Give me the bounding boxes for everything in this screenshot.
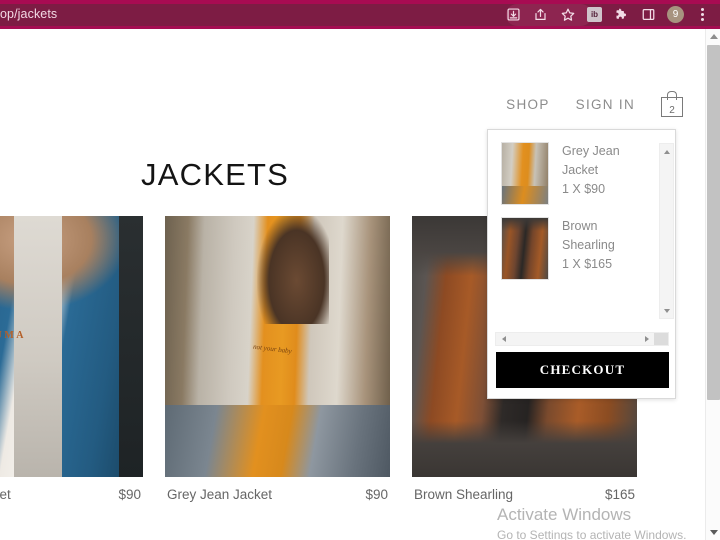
extension-badge-label: ib — [587, 7, 602, 22]
product-name: Brown Shearling — [414, 487, 514, 502]
checkout-button[interactable]: CHECKOUT — [496, 352, 669, 388]
site-header-nav: SHOP SIGN IN 2 — [506, 91, 683, 117]
scroll-up-arrow-icon[interactable] — [660, 145, 673, 158]
tshirt-graphic-text: PUMA — [0, 330, 26, 341]
scroll-left-arrow-icon[interactable] — [497, 333, 510, 345]
page-scroll-down-arrow-icon[interactable] — [706, 525, 720, 540]
cart-dropdown-panel: Grey Jean Jacket 1 X $90 Brown Shearling… — [487, 129, 676, 399]
cart-item-info: Brown Shearling 1 X $165 — [562, 217, 615, 280]
cart-item-name-line1: Brown — [562, 219, 598, 233]
product-price: $165 — [604, 487, 635, 502]
watermark-subtitle: Go to Settings to activate Windows. — [497, 528, 687, 540]
cart-item[interactable]: Brown Shearling 1 X $165 — [501, 217, 651, 280]
browser-toolbar: op/jackets ib 9 — [0, 0, 720, 29]
profile-avatar-initial: 9 — [667, 6, 684, 23]
product-name: Grey Jean Jacket — [167, 487, 273, 502]
windows-activation-watermark: Activate Windows Go to Settings to activ… — [497, 505, 686, 540]
scroll-right-arrow-icon[interactable] — [640, 333, 653, 345]
product-card[interactable]: PUMA ue Jean Jacket $90 — [0, 216, 143, 502]
cart-item-thumbnail — [501, 217, 549, 280]
extension-badge-icon[interactable]: ib — [581, 0, 608, 29]
cart-item-thumbnail — [501, 142, 549, 205]
puzzle-extensions-icon[interactable] — [608, 0, 635, 29]
page-scroll-up-arrow-icon[interactable] — [706, 29, 720, 44]
share-icon[interactable] — [527, 0, 554, 29]
install-app-icon[interactable] — [500, 0, 527, 29]
browser-menu-icon[interactable] — [689, 0, 716, 29]
kebab-dots — [701, 8, 704, 21]
side-panel-icon[interactable] — [635, 0, 662, 29]
scrollbar-corner — [654, 333, 668, 345]
cart-badge-count: 2 — [669, 105, 675, 116]
page-viewport: SHOP SIGN IN 2 JACKETS PUMA ue Jean Jack… — [0, 29, 720, 540]
product-meta: ue Jean Jacket $90 — [0, 477, 143, 502]
cart-item[interactable]: Grey Jean Jacket 1 X $90 — [501, 142, 651, 205]
product-price: $90 — [365, 487, 388, 502]
nav-link-sign-in[interactable]: SIGN IN — [576, 97, 635, 112]
product-meta: Grey Jean Jacket $90 — [165, 477, 390, 502]
omnibox-url-text[interactable]: op/jackets — [0, 7, 57, 21]
product-image-grey-jean-jacket[interactable]: not your baby — [165, 216, 390, 477]
cart-item-name-line1: Grey Jean — [562, 144, 620, 158]
nav-link-shop[interactable]: SHOP — [506, 97, 549, 112]
scroll-down-arrow-icon[interactable] — [660, 304, 673, 317]
cart-items-list: Grey Jean Jacket 1 X $90 Brown Shearling… — [488, 130, 659, 320]
product-meta: Brown Shearling $165 — [412, 477, 637, 502]
product-image-blue-jean-jacket[interactable]: PUMA — [0, 216, 143, 477]
product-card[interactable]: not your baby Grey Jean Jacket $90 — [165, 216, 390, 502]
tshirt-graphic-text: not your baby — [252, 342, 293, 356]
profile-avatar[interactable]: 9 — [662, 0, 689, 29]
bookmark-star-icon[interactable] — [554, 0, 581, 29]
browser-toolbar-icons: ib 9 — [500, 0, 716, 29]
watermark-title: Activate Windows — [497, 505, 632, 524]
cart-horizontal-scrollbar[interactable] — [495, 332, 669, 346]
cart-item-info: Grey Jean Jacket 1 X $90 — [562, 142, 620, 205]
cart-item-qty-price: 1 X $90 — [562, 182, 606, 196]
product-price: $90 — [118, 487, 141, 502]
cart-item-qty-price: 1 X $165 — [562, 257, 613, 271]
product-name: ue Jean Jacket — [0, 487, 11, 502]
page-title: JACKETS — [141, 157, 289, 192]
page-scrollbar-thumb[interactable] — [707, 45, 720, 400]
cart-vertical-scrollbar[interactable] — [659, 143, 674, 319]
page-scrollbar[interactable] — [705, 29, 720, 540]
cart-bag-icon[interactable]: 2 — [661, 91, 683, 117]
cart-item-name-line2: Shearling — [562, 238, 615, 252]
cart-item-name-line2: Jacket — [562, 163, 599, 177]
tshirt-shape — [14, 216, 62, 477]
